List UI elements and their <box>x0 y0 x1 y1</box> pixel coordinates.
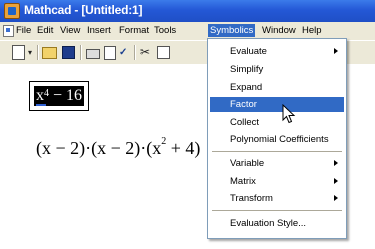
menu-window[interactable]: Window <box>260 24 298 37</box>
menu-separator <box>212 151 342 152</box>
print-icon[interactable] <box>86 49 100 59</box>
menu-item-transform[interactable]: Transform <box>210 191 344 206</box>
window-title: Mathcad - [Untitled:1] <box>24 3 143 17</box>
menu-item-collect[interactable]: Collect <box>210 115 344 130</box>
print-preview-icon[interactable] <box>104 46 116 60</box>
menu-separator <box>212 210 342 211</box>
mouse-pointer-icon <box>282 104 296 124</box>
new-icon[interactable] <box>12 45 25 60</box>
menu-insert[interactable]: Insert <box>85 24 113 37</box>
menu-item-expand[interactable]: Expand <box>210 80 344 95</box>
menu-bar: File Edit View Insert Format Tools Symbo… <box>0 22 375 39</box>
menu-help[interactable]: Help <box>300 24 324 37</box>
mathcad-app-icon <box>4 3 20 19</box>
menu-format[interactable]: Format <box>117 24 151 37</box>
editing-cursor <box>36 104 46 106</box>
cut-icon[interactable]: ✂ <box>140 46 150 59</box>
submenu-arrow-icon <box>334 160 338 166</box>
symbolics-menu: Evaluate Simplify Expand Factor Collect … <box>207 38 347 239</box>
toolbar-separator <box>134 45 136 60</box>
menu-symbolics[interactable]: Symbolics <box>208 24 256 37</box>
menu-view[interactable]: View <box>58 24 82 37</box>
menu-file[interactable]: File <box>14 24 33 37</box>
menu-item-evaluate[interactable]: Evaluate <box>210 44 344 59</box>
menu-item-evaluation-style[interactable]: Evaluation Style... <box>210 216 344 231</box>
copy-icon[interactable] <box>157 46 170 59</box>
spell-check-icon[interactable]: ✓ <box>119 46 127 59</box>
menu-item-variable[interactable]: Variable <box>210 156 344 171</box>
submenu-arrow-icon <box>334 178 338 184</box>
menu-tools[interactable]: Tools <box>152 24 178 37</box>
menu-item-matrix[interactable]: Matrix <box>210 174 344 189</box>
menu-edit[interactable]: Edit <box>35 24 55 37</box>
toolbar-separator <box>37 45 39 60</box>
toolbar-separator <box>80 45 82 60</box>
menu-item-polynomial-coefficients[interactable]: Polynomial Coefficients <box>210 132 344 147</box>
factored-result[interactable]: (x − 2)·(x − 2)·(x2 + 4) <box>36 136 200 159</box>
submenu-arrow-icon <box>334 48 338 54</box>
submenu-arrow-icon <box>334 195 338 201</box>
selected-expression[interactable]: x4 − 16 <box>34 86 85 106</box>
menu-item-factor[interactable]: Factor <box>210 97 344 112</box>
save-icon[interactable] <box>62 46 75 59</box>
title-bar[interactable]: Mathcad - [Untitled:1] <box>0 0 375 22</box>
open-icon[interactable] <box>42 47 57 59</box>
dropdown-icon[interactable]: ▾ <box>28 46 32 59</box>
menu-item-simplify[interactable]: Simplify <box>210 62 344 77</box>
document-icon[interactable] <box>3 25 14 37</box>
